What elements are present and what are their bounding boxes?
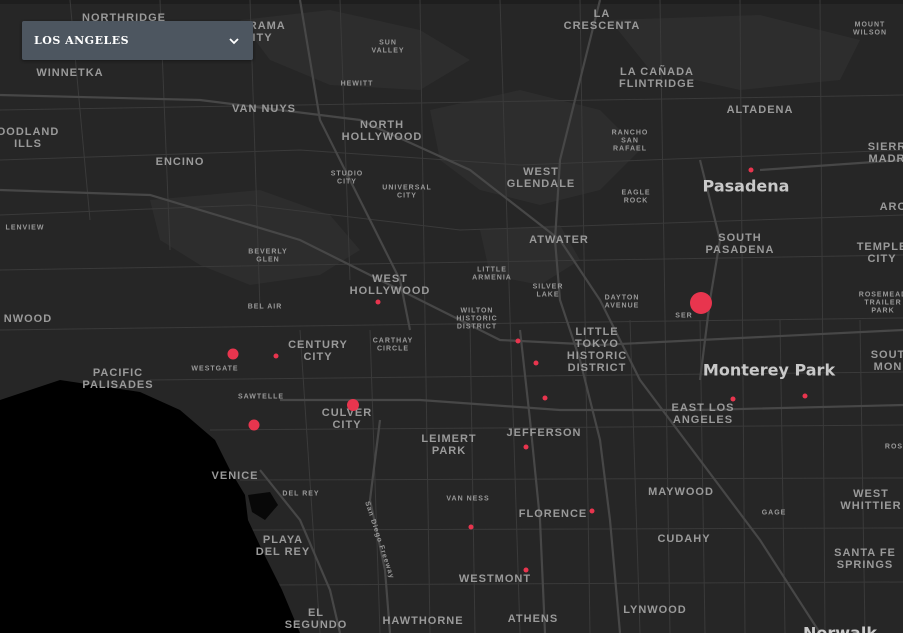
place-label: ENCINO	[156, 156, 205, 168]
place-label: SILVER LAKE	[533, 283, 564, 298]
place-label: NWOOD	[4, 313, 52, 325]
place-label: SANTA FE SPRINGS	[834, 547, 896, 571]
place-label: MOUNT WILSON	[853, 21, 887, 36]
place-label: LENVIEW	[6, 224, 45, 231]
incident-marker[interactable]	[748, 167, 754, 173]
place-label: JEFFERSON	[506, 427, 581, 439]
place-label: SER	[675, 312, 692, 319]
place-label: CARTHAY CIRCLE	[373, 337, 414, 352]
map-top-edge	[0, 0, 903, 4]
place-label: MAYWOOD	[648, 486, 714, 498]
city-select-value: LOS ANGELES	[34, 34, 130, 47]
incident-marker[interactable]	[542, 395, 548, 401]
incident-marker[interactable]	[347, 399, 359, 411]
incident-marker[interactable]	[802, 393, 808, 399]
place-label: WESTGATE	[191, 365, 238, 372]
incident-marker[interactable]	[523, 444, 529, 450]
place-label: LA CAÑADA FLINTRIDGE	[619, 65, 695, 90]
incident-marker[interactable]	[468, 524, 474, 530]
place-label: PLAYA DEL REY	[256, 534, 310, 558]
place-label: ROS	[885, 443, 903, 450]
place-label: HEWITT	[341, 80, 374, 87]
place-label: VAN NUYS	[232, 103, 296, 115]
place-label: DAYTON AVENUE	[605, 294, 640, 309]
incident-marker[interactable]	[248, 419, 260, 431]
place-label: ALTADENA	[727, 104, 794, 116]
place-label: ATWATER	[529, 234, 589, 246]
place-label: SAWTELLE	[238, 393, 284, 400]
incident-marker[interactable]	[523, 567, 529, 573]
incident-marker[interactable]	[273, 353, 279, 359]
place-label: Norwalk	[803, 624, 877, 633]
place-label: ARC	[880, 201, 903, 213]
place-label: Pasadena	[703, 177, 790, 196]
place-label: FLORENCE	[519, 508, 588, 520]
place-label: WILTON HISTORIC DISTRICT	[456, 307, 497, 330]
place-label: LITTLE ARMENIA	[472, 266, 512, 281]
place-label: ATHENS	[508, 613, 558, 625]
map-canvas[interactable]: NORTHRIDGENORAMA CITYWINNETKASUN VALLEYLA C…	[0, 0, 903, 633]
incident-marker[interactable]	[730, 396, 736, 402]
incident-marker[interactable]	[533, 360, 539, 366]
place-label: DEL REY	[282, 490, 319, 497]
place-label: SIERR MADR	[868, 141, 903, 165]
place-label: WINNETKA	[36, 67, 103, 79]
city-select[interactable]: LOS ANGELES	[22, 21, 253, 60]
place-label: GAGE	[762, 509, 787, 516]
place-label: BEL AIR	[248, 303, 283, 310]
place-label: VENICE	[212, 470, 259, 482]
chevron-down-icon	[229, 37, 239, 44]
place-label: Monterey Park	[703, 361, 836, 380]
incident-marker[interactable]	[690, 292, 712, 314]
place-label: SOUT MON	[871, 349, 903, 373]
incident-marker[interactable]	[227, 348, 239, 360]
place-label: HAWTHORNE	[382, 615, 463, 627]
incident-marker[interactable]	[589, 508, 595, 514]
place-label: EAST LOS ANGELES	[671, 402, 734, 426]
place-label: CUDAHY	[657, 533, 710, 545]
place-label: PACIFIC PALISADES	[82, 367, 153, 391]
incident-marker[interactable]	[515, 338, 521, 344]
incident-marker[interactable]	[375, 299, 381, 305]
place-label: EAGLE ROCK	[621, 189, 650, 204]
place-label: WESTMONT	[459, 573, 531, 585]
place-label: LITTLE TOKYO HISTORIC DISTRICT	[567, 326, 627, 374]
place-label: VAN NESS	[446, 495, 489, 502]
place-label: LYNWOOD	[623, 604, 686, 616]
